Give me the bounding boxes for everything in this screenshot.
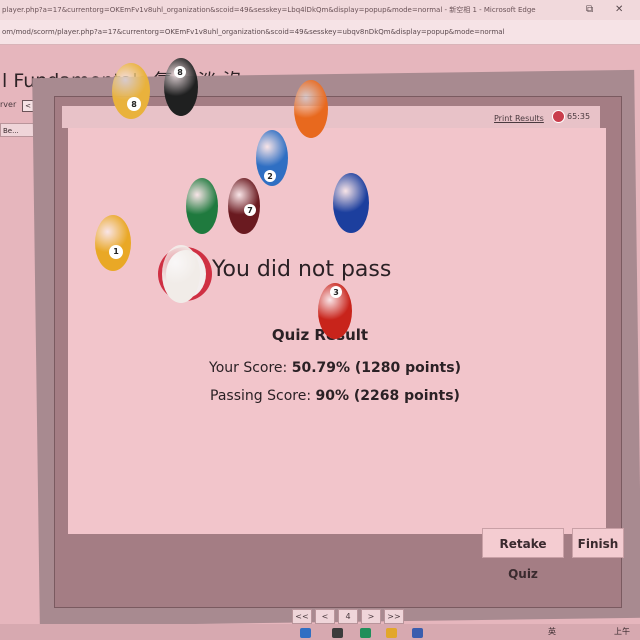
your-score-label: Your Score: xyxy=(209,360,288,376)
black-8-ball: 8 xyxy=(164,58,198,116)
pager: << <4 > >> xyxy=(292,609,407,624)
clock[interactable]: 上午 xyxy=(614,626,630,637)
passing-score-value: 90% (2268 points) xyxy=(315,388,460,404)
passing-score-label: Passing Score: xyxy=(210,388,312,404)
pager-next-button[interactable]: > xyxy=(361,609,381,624)
taskbar xyxy=(0,624,640,640)
quiz-result-title: Quiz Result xyxy=(271,326,369,344)
print-results-link[interactable]: Print Results xyxy=(494,114,544,123)
retake-quiz-button[interactable]: Retake Quiz xyxy=(482,528,564,581)
your-score-line: Your Score: 50.79% (1280 points) xyxy=(0,360,640,376)
timer-text: 65:35 xyxy=(567,112,591,121)
yellow-8-ball: 8 xyxy=(112,63,150,119)
restore-icon[interactable]: ⧉ xyxy=(586,0,593,20)
pager-last-button[interactable]: >> xyxy=(384,609,404,624)
address-bar[interactable]: om/mod/scorm/player.php?a=17&currentorg=… xyxy=(0,20,640,45)
green-ball xyxy=(186,178,218,234)
pager-first-button[interactable]: << xyxy=(292,609,312,624)
passing-score-line: Passing Score: 90% (2268 points) xyxy=(0,388,640,404)
file-explorer-icon[interactable] xyxy=(386,628,397,638)
edge-icon[interactable] xyxy=(360,628,371,638)
close-icon[interactable]: ✕ xyxy=(615,0,623,20)
finish-button[interactable]: Finish xyxy=(572,528,624,558)
browser-title-bar: player.php?a=17&currentorg=OKEmFv1v8uhl_… xyxy=(0,0,640,20)
input-method-indicator[interactable]: 英 xyxy=(548,626,556,637)
timer-icon xyxy=(552,110,565,123)
task-view-icon[interactable] xyxy=(332,628,343,638)
pager-prev-button[interactable]: < xyxy=(315,609,335,624)
white-cue-ball xyxy=(162,245,200,303)
search-icon[interactable] xyxy=(300,628,311,638)
navy-ball xyxy=(333,173,369,233)
server-label: rver xyxy=(0,100,17,109)
pager-page-number: 4 xyxy=(338,609,358,624)
result-heading: You did not pass xyxy=(212,257,392,282)
browser-title-text: player.php?a=17&currentorg=OKEmFv1v8uhl_… xyxy=(2,6,536,14)
your-score-value: 50.79% (1280 points) xyxy=(291,360,461,376)
app-icon[interactable] xyxy=(412,628,423,638)
blue-ball: 2 xyxy=(256,130,288,186)
address-bar-url: om/mod/scorm/player.php?a=17&currentorg=… xyxy=(2,28,505,36)
yellow-1-ball: 1 xyxy=(95,215,131,271)
red-ball: 3 xyxy=(318,283,352,339)
maroon-ball: 7 xyxy=(228,178,260,234)
orange-ball xyxy=(294,80,328,138)
